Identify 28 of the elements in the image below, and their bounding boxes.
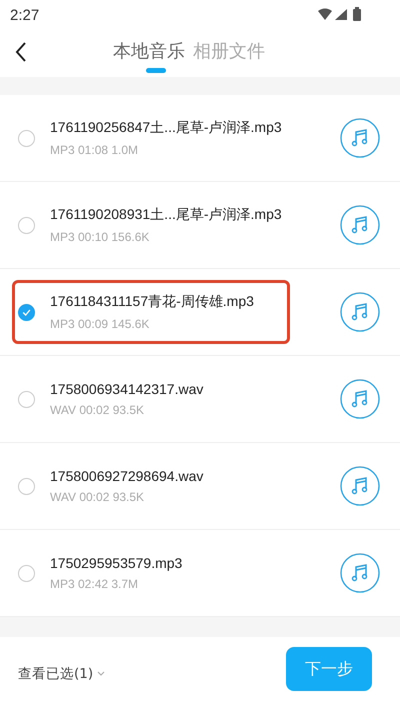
radio-button[interactable] bbox=[18, 304, 35, 320]
file-info: MP3 00:09 145.6K bbox=[50, 317, 150, 331]
view-selected-link[interactable]: 查看已选(1) bbox=[18, 665, 106, 683]
back-icon[interactable] bbox=[15, 42, 27, 62]
file-info: MP3 01:08 1.0M bbox=[50, 143, 140, 157]
file-name: 1761184311157青花-周传雄.mp3 bbox=[50, 293, 254, 311]
file-info: MP3 00:10 156.6K bbox=[50, 230, 150, 244]
radio-button[interactable] bbox=[18, 390, 35, 408]
radio-button[interactable] bbox=[18, 216, 35, 234]
file-name: 1761190208931土...尾草-卢润泽.mp3 bbox=[50, 206, 282, 224]
radio-button[interactable] bbox=[18, 130, 35, 146]
radio-button[interactable] bbox=[18, 478, 35, 494]
music-note-icon[interactable] bbox=[340, 553, 380, 593]
music-note-icon[interactable] bbox=[340, 466, 380, 506]
file-info: WAV 00:02 93.5K bbox=[50, 403, 146, 417]
music-note-icon[interactable] bbox=[340, 379, 380, 419]
caret-icon bbox=[97, 671, 106, 677]
file-name: 1758006927298694.wav bbox=[50, 468, 204, 484]
radio-button[interactable] bbox=[18, 564, 35, 582]
music-note-icon[interactable] bbox=[340, 292, 380, 332]
file-name: 1750295953579.mp3 bbox=[50, 555, 182, 571]
file-name: 1758006934142317.wav bbox=[50, 381, 204, 397]
music-note-icon[interactable] bbox=[340, 118, 380, 158]
music-note-icon[interactable] bbox=[340, 205, 380, 245]
file-info: MP3 02:42 3.7M bbox=[50, 577, 140, 591]
file-name: 1761190256847土...尾草-卢润泽.mp3 bbox=[50, 119, 282, 137]
status-time: 2:27 bbox=[10, 6, 40, 24]
file-info: WAV 00:02 93.5K bbox=[50, 490, 146, 504]
